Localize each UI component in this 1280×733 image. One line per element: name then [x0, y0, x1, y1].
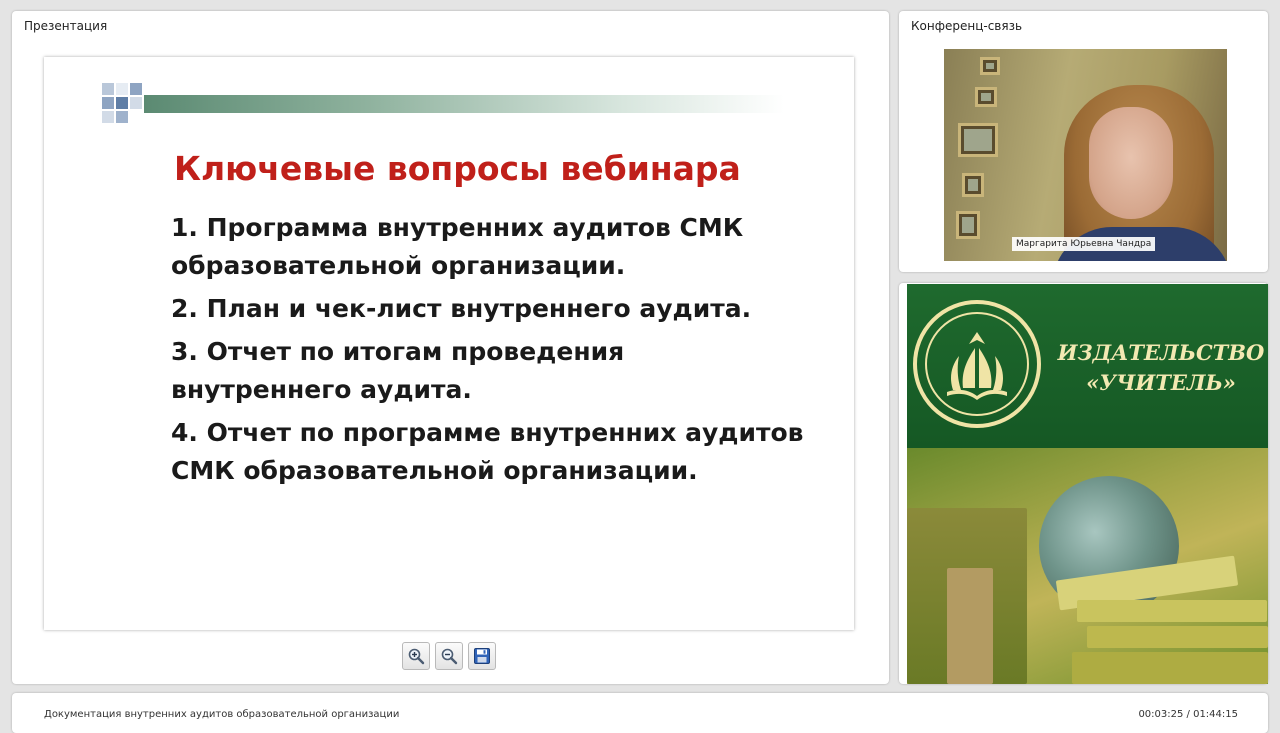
banner-header: ИЗДАТЕЛЬСТВО «УЧИТЕЛЬ»: [907, 284, 1268, 448]
slide-list-item: 1. Программа внутренних аудитов СМК обра…: [171, 213, 744, 280]
publisher-banner-panel: ИЗДАТЕЛЬСТВО «УЧИТЕЛЬ»: [899, 283, 1268, 684]
presentation-panel: Презентация Ключевые вопросы вебинара 1.…: [12, 11, 889, 684]
save-icon: [474, 648, 490, 664]
conference-panel-title: Конференц-связь: [911, 19, 1023, 33]
book-upright-image: [947, 568, 993, 684]
presentation-panel-title: Презентация: [24, 19, 108, 33]
publisher-name: ИЗДАТЕЛЬСТВО «УЧИТЕЛЬ»: [1057, 338, 1265, 398]
zoom-in-icon: [408, 648, 425, 665]
slide-decoration-bar: [144, 95, 784, 113]
publisher-banner: ИЗДАТЕЛЬСТВО «УЧИТЕЛЬ»: [907, 284, 1268, 684]
book-stack-image: [1087, 626, 1268, 648]
speaker-name-label: Маргарита Юрьевна Чандра: [1012, 237, 1156, 251]
banner-books-image: [907, 448, 1268, 684]
slide-list-item: 4. Отчет по программе внутренних аудитов…: [171, 418, 804, 485]
publisher-name-line2: «УЧИТЕЛЬ»: [1086, 370, 1236, 395]
slide-list: 1. Программа внутренних аудитов СМК обра…: [171, 209, 811, 495]
zoom-out-button[interactable]: [435, 642, 463, 670]
slide-list-item: 3. Отчет по итогам проведения внутреннег…: [171, 337, 625, 404]
wall-picture: [956, 211, 980, 239]
wall-picture: [980, 57, 1000, 75]
zoom-out-icon: [441, 648, 458, 665]
wall-picture: [975, 87, 997, 107]
speaker-face: [1089, 107, 1173, 219]
book-leaves-icon: [947, 332, 1007, 400]
book-stack-image: [1072, 652, 1268, 684]
slide-list-item: 2. План и чек-лист внутреннего аудита.: [171, 294, 752, 323]
conference-panel: Конференц-связь Маргарита Юрьевна Чандра: [899, 11, 1268, 272]
wall-picture: [962, 173, 984, 197]
webinar-title: Документация внутренних аудитов образова…: [44, 709, 400, 720]
wall-picture: [958, 123, 998, 157]
zoom-in-button[interactable]: [402, 642, 430, 670]
speaker-video[interactable]: Маргарита Юрьевна Чандра: [944, 49, 1227, 261]
save-button[interactable]: [468, 642, 496, 670]
slide-heading: Ключевые вопросы вебинара: [174, 149, 741, 188]
playback-time: 00:03:25 / 01:44:15: [1138, 709, 1238, 720]
publisher-name-line1: ИЗДАТЕЛЬСТВО: [1057, 340, 1265, 365]
publisher-logo: [913, 300, 1041, 428]
slide: Ключевые вопросы вебинара 1. Программа в…: [44, 57, 854, 630]
footer-bar: Документация внутренних аудитов образова…: [12, 693, 1268, 733]
book-stack-image: [1077, 600, 1267, 622]
